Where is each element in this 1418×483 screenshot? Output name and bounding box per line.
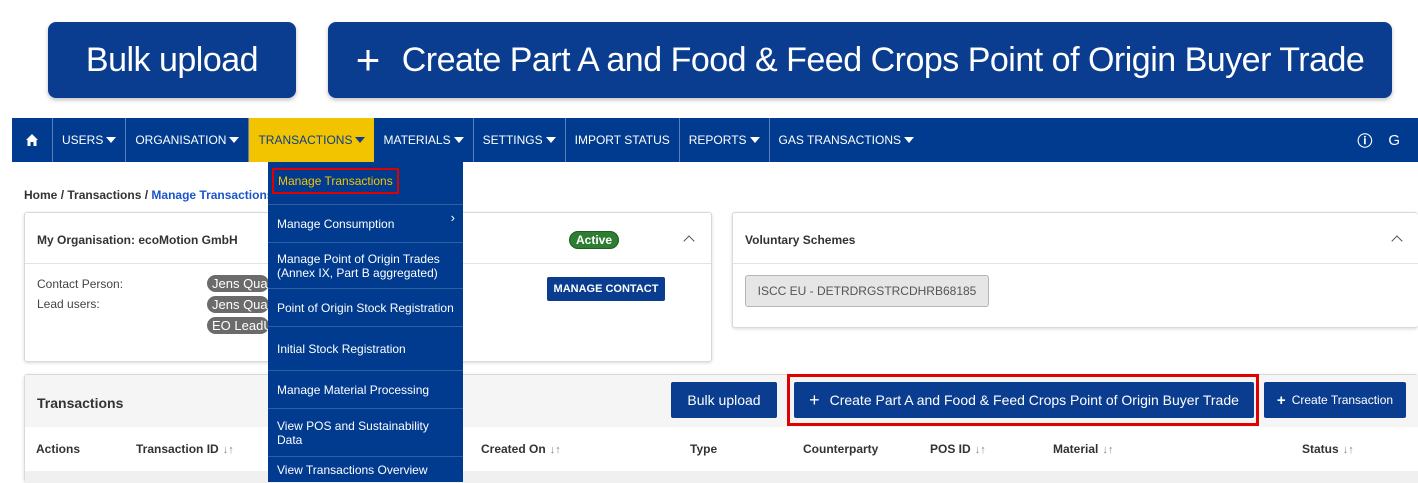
menu-item-label: Manage Material Processing bbox=[277, 382, 430, 397]
scheme-badge: ISCC EU - DETRDRGSTRCDHRB68185 bbox=[745, 275, 989, 307]
column-material[interactable]: Material ↓↑ bbox=[1053, 442, 1113, 456]
create-trade-label: Create Part A and Food & Feed Crops Poin… bbox=[829, 392, 1239, 408]
caret-down-icon bbox=[355, 137, 366, 143]
nav-organisation-label: ORGANISATION bbox=[135, 133, 227, 147]
menu-item-view-transactions-overview[interactable]: View Transactions Overview bbox=[268, 456, 463, 482]
menu-item-label: Initial Stock Registration bbox=[277, 341, 406, 356]
banner-create-trade-label: Create Part A and Food & Feed Crops Poin… bbox=[401, 40, 1365, 79]
nav-right-tools: ⓘ G bbox=[1357, 118, 1418, 162]
column-transaction-id[interactable]: Transaction ID ↓↑ bbox=[136, 442, 234, 456]
banner-bulk-upload-button[interactable]: Bulk upload bbox=[48, 22, 296, 98]
menu-item-label: View POS and Sustainability Data bbox=[277, 418, 429, 447]
voluntary-schemes-title: Voluntary Schemes bbox=[745, 233, 856, 247]
main-nav: USERS ORGANISATION TRANSACTIONS MATERIAL… bbox=[12, 118, 1418, 162]
voluntary-schemes-card: Voluntary Schemes ISCC EU - DETRDRGSTRCD… bbox=[732, 212, 1418, 328]
caret-down-icon bbox=[545, 137, 556, 143]
menu-item-label: View Transactions Overview bbox=[277, 462, 428, 477]
nav-import-status-label: IMPORT STATUS bbox=[574, 133, 670, 147]
breadcrumb: Home / Transactions / Manage Transaction… bbox=[24, 188, 274, 202]
sort-icon[interactable]: ↓↑ bbox=[550, 444, 561, 456]
sort-icon[interactable]: ↓↑ bbox=[1343, 444, 1354, 456]
column-created-on[interactable]: Created On ↓↑ bbox=[481, 442, 561, 456]
menu-item-view-pos-sustainability[interactable]: View POS and Sustainability Data bbox=[268, 408, 463, 456]
nav-reports-label: REPORTS bbox=[688, 133, 747, 147]
sort-icon[interactable]: ↓↑ bbox=[975, 444, 986, 456]
home-icon bbox=[26, 134, 38, 146]
menu-item-pos-stock-registration[interactable]: Point of Origin Stock Registration bbox=[268, 288, 463, 326]
menu-item-label: Manage Point of Origin Trades (Annex IX,… bbox=[277, 251, 440, 280]
caret-down-icon bbox=[453, 137, 464, 143]
nav-settings-label: SETTINGS bbox=[482, 133, 543, 147]
status-badge: Active bbox=[569, 231, 620, 249]
menu-item-manage-transactions[interactable]: Manage Transactions bbox=[268, 166, 463, 196]
banner-create-trade-button[interactable]: + Create Part A and Food & Feed Crops Po… bbox=[328, 22, 1392, 98]
transactions-title: Transactions bbox=[37, 395, 124, 411]
banner-bulk-upload-label: Bulk upload bbox=[85, 40, 259, 79]
menu-item-label: Manage Transactions bbox=[278, 174, 393, 188]
create-transaction-button[interactable]: + Create Transaction bbox=[1264, 382, 1406, 418]
menu-item-label: Manage Consumption bbox=[277, 216, 395, 231]
breadcrumb-home[interactable]: Home bbox=[24, 188, 57, 202]
create-transaction-label: Create Transaction bbox=[1291, 393, 1394, 407]
sort-icon[interactable]: ↓↑ bbox=[1102, 444, 1113, 456]
lead-user-value: EO LeadU bbox=[207, 317, 269, 334]
caret-down-icon bbox=[229, 137, 240, 143]
menu-item-manage-point-of-origin-trades[interactable]: Manage Point of Origin Trades (Annex IX,… bbox=[268, 242, 463, 288]
sort-icon[interactable]: ↓↑ bbox=[223, 444, 234, 456]
column-actions: Actions bbox=[36, 442, 81, 456]
column-counterparty: Counterparty bbox=[803, 442, 879, 456]
lead-users-label: Lead users: bbox=[37, 297, 100, 311]
chevron-right-icon: › bbox=[450, 210, 455, 225]
menu-item-manage-material-processing[interactable]: Manage Material Processing bbox=[268, 370, 463, 408]
caret-down-icon bbox=[904, 137, 915, 143]
manage-contact-button[interactable]: MANAGE CONTACT bbox=[547, 277, 665, 301]
menu-item-initial-stock-registration[interactable]: Initial Stock Registration bbox=[268, 326, 463, 370]
nav-users-label: USERS bbox=[62, 133, 104, 147]
chevron-up-icon[interactable] bbox=[683, 235, 695, 247]
logout-icon[interactable]: G bbox=[1388, 132, 1400, 149]
nav-reports[interactable]: REPORTS bbox=[680, 118, 770, 162]
nav-gas-transactions[interactable]: GAS TRANSACTIONS bbox=[770, 118, 923, 162]
nav-organisation[interactable]: ORGANISATION bbox=[126, 118, 250, 162]
breadcrumb-manage-transactions[interactable]: Manage Transactions bbox=[151, 188, 273, 202]
lead-user-value: Jens Qua bbox=[207, 296, 269, 313]
bulk-upload-button[interactable]: Bulk upload bbox=[671, 382, 777, 418]
column-pos-id[interactable]: POS ID ↓↑ bbox=[930, 442, 986, 456]
caret-down-icon bbox=[106, 137, 117, 143]
nav-transactions-label: TRANSACTIONS bbox=[258, 133, 353, 147]
nav-materials-label: MATERIALS bbox=[383, 133, 451, 147]
contact-person-label: Contact Person: bbox=[37, 277, 124, 291]
menu-item-label: Point of Origin Stock Registration bbox=[277, 300, 454, 315]
chevron-up-icon[interactable] bbox=[1391, 235, 1403, 247]
create-trade-button[interactable]: + Create Part A and Food & Feed Crops Po… bbox=[794, 382, 1254, 418]
caret-down-icon bbox=[749, 137, 760, 143]
nav-transactions[interactable]: TRANSACTIONS bbox=[249, 118, 375, 162]
organisation-title: My Organisation: ecoMotion GmbH bbox=[37, 233, 238, 247]
plus-icon: + bbox=[809, 389, 820, 410]
menu-item-manage-consumption[interactable]: Manage Consumption › bbox=[268, 204, 463, 242]
breadcrumb-transactions[interactable]: Transactions bbox=[67, 188, 141, 202]
plus-icon: + bbox=[355, 36, 381, 83]
nav-materials[interactable]: MATERIALS bbox=[374, 118, 474, 162]
transactions-dropdown-menu: Manage Transactions Manage Consumption ›… bbox=[268, 162, 463, 482]
plus-icon: + bbox=[1276, 391, 1286, 409]
nav-users[interactable]: USERS bbox=[53, 118, 127, 162]
nav-gas-transactions-label: GAS TRANSACTIONS bbox=[778, 133, 902, 147]
info-icon[interactable]: ⓘ bbox=[1357, 130, 1372, 151]
contact-person-value: Jens Qua bbox=[207, 275, 269, 292]
menu-item-highlight: Manage Transactions bbox=[272, 168, 399, 194]
nav-home[interactable] bbox=[12, 118, 53, 162]
column-type: Type bbox=[690, 442, 718, 456]
column-status[interactable]: Status ↓↑ bbox=[1302, 442, 1354, 456]
nav-import-status[interactable]: IMPORT STATUS bbox=[566, 118, 680, 162]
nav-settings[interactable]: SETTINGS bbox=[474, 118, 566, 162]
